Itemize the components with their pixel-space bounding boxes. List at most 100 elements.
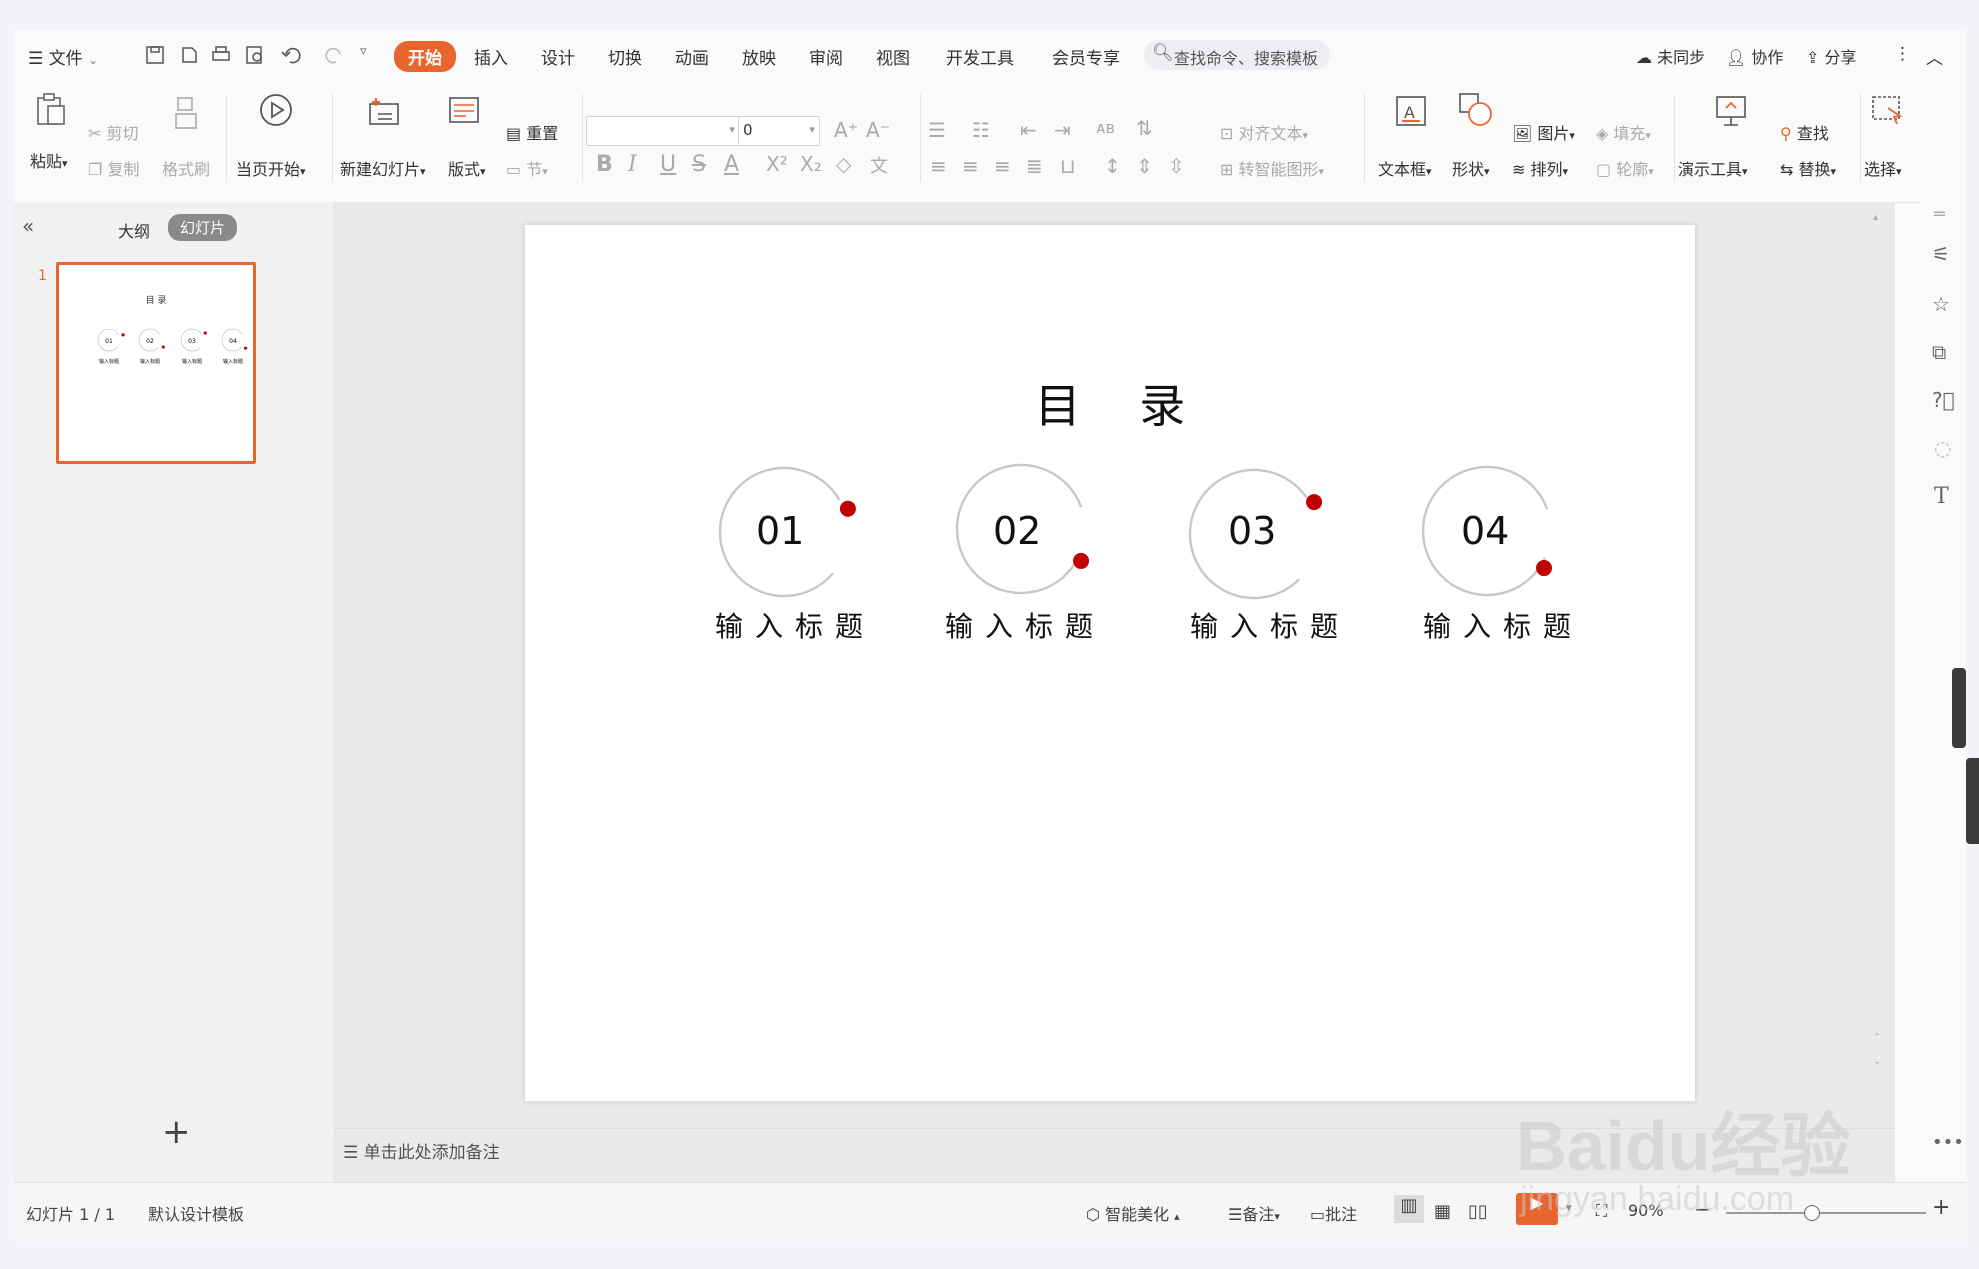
increase-font-icon[interactable]: A⁺ (834, 118, 858, 142)
notes-toggle-button[interactable]: ☰备注▾ (1228, 1201, 1280, 1225)
format-painter-icon[interactable] (172, 96, 200, 130)
tab-slideshow[interactable]: 放映 (742, 44, 776, 69)
tab-home[interactable]: 开始 (394, 41, 456, 72)
zoom-slider-handle[interactable] (1804, 1205, 1820, 1221)
reset-button[interactable]: ▤ 重置 (506, 120, 558, 144)
new-slide-icon[interactable] (366, 94, 402, 128)
help-icon[interactable]: ?⃝ (1932, 388, 1955, 412)
select-button[interactable]: 选择▾ (1864, 156, 1902, 180)
toc-item-label[interactable]: 输入标题 (1190, 605, 1350, 645)
align-left-icon[interactable]: ≡ (930, 154, 947, 178)
paste-icon[interactable] (34, 92, 68, 128)
text-box-fit-icon[interactable]: ᴀʙ (1096, 118, 1115, 137)
format-painter-button[interactable]: 格式刷 (162, 156, 210, 180)
export-icon[interactable] (178, 44, 200, 66)
italic-icon[interactable]: I (628, 152, 637, 177)
copy-button[interactable]: ❐ 复制 (88, 156, 139, 180)
file-menu[interactable]: ☰ 文件 ⌄ (28, 44, 98, 69)
shape-icon[interactable] (1458, 92, 1494, 128)
share-button[interactable]: ⇪ 分享 (1806, 44, 1857, 68)
side-scroll-handle[interactable] (1966, 758, 1979, 844)
undo-icon[interactable] (280, 44, 310, 66)
picture-button[interactable]: 🖼︎ 图片▾ (1512, 120, 1575, 144)
prev-slide-icon[interactable]: ⌃ (1873, 1032, 1881, 1043)
paste-button[interactable]: 粘贴▾ (30, 148, 68, 172)
zoom-in-icon[interactable]: + (1932, 1195, 1950, 1220)
comments-button[interactable]: ▭批注 (1310, 1201, 1357, 1225)
smart-beautify-button[interactable]: ⬡ 智能美化 ▴ (1086, 1201, 1180, 1225)
toc-item-number[interactable]: 02 (993, 509, 1041, 553)
distribute-icon[interactable]: ⊔ (1060, 154, 1076, 178)
customize-quick-access-icon[interactable]: ▿ (360, 44, 367, 59)
justify-icon[interactable]: ≣ (1026, 154, 1043, 178)
slide-switch-icon[interactable]: ⧉ (1932, 340, 1946, 364)
next-slide-icon[interactable]: ⌄ (1873, 1056, 1881, 1067)
layout-button[interactable]: 版式▾ (448, 156, 486, 180)
text-box-button[interactable]: 文本框▾ (1378, 156, 1432, 180)
slide-sorter-icon[interactable]: ▦ (1434, 1201, 1451, 1222)
more-options-icon[interactable]: ⋮ (1894, 44, 1911, 64)
tab-outline[interactable]: 大纲 (118, 218, 150, 242)
bullets-icon[interactable]: ☰ (928, 118, 946, 142)
toc-item-number[interactable]: 01 (756, 509, 804, 553)
line-spacing-icon[interactable]: ↕ (1104, 154, 1121, 178)
clear-format-icon[interactable]: ◇ (836, 152, 851, 176)
lightbulb-icon[interactable]: ◌ (1934, 436, 1951, 460)
more-tools-icon[interactable]: ••• (1932, 1132, 1964, 1153)
decrease-indent-icon[interactable]: ⇤ (1020, 118, 1037, 142)
slide-thumbnail[interactable]: 目 录 01 输入标题 02 输入标题 03 输入标题 04 输入标题 (56, 262, 256, 464)
align-text-button[interactable]: ⊡ 对齐文本▾ (1220, 120, 1308, 144)
align-center-icon[interactable]: ≡ (962, 154, 979, 178)
select-icon[interactable] (1870, 94, 1904, 128)
column-spacing-icon[interactable]: ⇳ (1168, 154, 1185, 178)
reading-view-icon[interactable]: ▯▯ (1468, 1201, 1488, 1222)
strikethrough-icon[interactable]: S (692, 152, 706, 177)
tab-member[interactable]: 会员专享 (1052, 44, 1120, 69)
redo-icon[interactable] (324, 44, 346, 66)
toc-item-label[interactable]: 输入标题 (715, 605, 875, 645)
section-button[interactable]: ▭ 节▾ (506, 156, 548, 180)
template-name[interactable]: 默认设计模板 (148, 1201, 244, 1225)
tab-view[interactable]: 视图 (876, 44, 910, 69)
add-slide-button[interactable]: + (162, 1112, 191, 1152)
tab-slides[interactable]: 幻灯片 (168, 214, 238, 241)
normal-view-icon[interactable]: ▥ (1394, 1195, 1424, 1223)
text-direction-icon[interactable]: ⇅ (1136, 116, 1153, 140)
print-icon[interactable] (210, 44, 232, 66)
collapse-ribbon-icon[interactable]: ︿ (1926, 44, 1943, 69)
new-slide-button[interactable]: 新建幻灯片▾ (340, 156, 426, 180)
layout-icon[interactable] (448, 96, 480, 126)
tab-review[interactable]: 审阅 (809, 44, 843, 69)
numbering-icon[interactable]: ☷ (972, 118, 990, 142)
play-icon[interactable] (258, 92, 294, 128)
cut-button[interactable]: ✂ 剪切 (88, 120, 139, 144)
presentation-tools-icon[interactable] (1714, 94, 1748, 128)
bold-icon[interactable]: B (596, 152, 613, 177)
properties-icon[interactable]: ⚟ (1932, 242, 1950, 266)
font-name-select[interactable]: ▾ (586, 116, 740, 146)
decrease-font-icon[interactable]: A⁻ (866, 118, 890, 142)
arrange-button[interactable]: ≋ 排列▾ (1512, 156, 1568, 180)
animation-star-icon[interactable]: ☆ (1932, 292, 1950, 316)
presentation-tools-button[interactable]: 演示工具▾ (1678, 156, 1748, 180)
font-size-select[interactable]: 0 ▾ (738, 116, 820, 146)
notes-area[interactable]: ☰ 单击此处添加备注 (343, 1138, 500, 1163)
shape-button[interactable]: 形状▾ (1452, 156, 1490, 180)
find-button[interactable]: ⚲ 查找 (1780, 120, 1829, 144)
increase-indent-icon[interactable]: ⇥ (1054, 118, 1071, 142)
collaborate-button[interactable]: 👤︎ 协作 (1726, 44, 1783, 68)
tab-animations[interactable]: 动画 (675, 44, 709, 69)
toc-item-label[interactable]: 输入标题 (945, 605, 1105, 645)
underline-icon[interactable]: U (660, 152, 676, 177)
align-right-icon[interactable]: ≡ (994, 154, 1011, 178)
save-icon[interactable] (144, 44, 166, 66)
tab-insert[interactable]: 插入 (474, 44, 508, 69)
toc-item-number[interactable]: 03 (1228, 509, 1276, 553)
collapse-panel-icon[interactable]: « (22, 214, 34, 238)
scroll-up-icon[interactable]: ▴ (1873, 212, 1878, 223)
text-box-icon[interactable]: A (1394, 94, 1428, 128)
superscript-icon[interactable]: X² (766, 152, 788, 176)
fill-button[interactable]: ◈ 填充▾ (1596, 120, 1651, 144)
convert-smartart-button[interactable]: ⊞ 转智能图形▾ (1220, 156, 1324, 180)
play-from-current-button[interactable]: 当页开始▾ (236, 156, 306, 180)
